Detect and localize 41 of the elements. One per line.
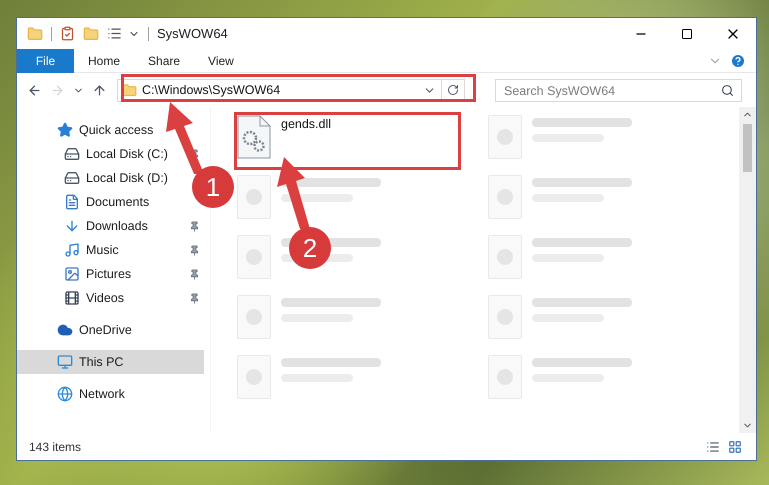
search-field[interactable]: Search SysWOW64 bbox=[495, 79, 742, 102]
maximize-icon[interactable] bbox=[681, 28, 693, 40]
sidebar-item[interactable]: Documents bbox=[64, 192, 150, 212]
globe-icon bbox=[57, 386, 73, 402]
film-icon bbox=[64, 290, 80, 306]
picture-icon bbox=[64, 266, 80, 282]
drive-icon bbox=[64, 170, 80, 186]
list-icon[interactable] bbox=[107, 26, 122, 41]
sidebar-item[interactable]: Quick access bbox=[57, 120, 154, 140]
sidebar-item[interactable]: Network bbox=[57, 384, 125, 404]
clipboard-check-icon[interactable] bbox=[60, 26, 75, 41]
sidebar-item[interactable]: Local Disk (C:) bbox=[64, 144, 168, 164]
ribbon-tab[interactable]: Home bbox=[74, 48, 134, 72]
dll-file-icon bbox=[237, 115, 271, 159]
scrollbar-thumb[interactable] bbox=[743, 124, 752, 172]
sidebar-item[interactable]: Pictures bbox=[64, 264, 132, 284]
help-icon[interactable] bbox=[730, 52, 746, 68]
sidebar-item[interactable]: Downloads bbox=[64, 216, 148, 236]
ribbon-tab[interactable]: View bbox=[194, 48, 248, 72]
sidebar-item[interactable]: Local Disk (D:) bbox=[64, 168, 168, 188]
folder-icon bbox=[122, 82, 137, 98]
item-count: 143 items bbox=[29, 438, 82, 456]
file-name[interactable]: gends.dll bbox=[281, 115, 332, 134]
refresh-icon[interactable] bbox=[447, 84, 459, 96]
cloud-icon bbox=[57, 322, 73, 338]
sidebar-item[interactable]: This PC bbox=[17, 350, 204, 374]
music-note-icon bbox=[64, 242, 80, 258]
sidebar-item[interactable]: Videos bbox=[64, 288, 124, 308]
ribbon-tab[interactable]: File bbox=[17, 48, 74, 72]
large-icons-view-icon[interactable] bbox=[728, 440, 742, 454]
monitor-icon bbox=[57, 354, 73, 370]
sidebar-item[interactable]: Music bbox=[64, 240, 119, 260]
search-icon bbox=[721, 84, 734, 96]
star-icon bbox=[57, 122, 73, 138]
sidebar-item[interactable]: OneDrive bbox=[57, 320, 132, 340]
vertical-scrollbar[interactable] bbox=[739, 107, 756, 433]
ribbon-tab[interactable]: Share bbox=[134, 48, 194, 72]
drive-icon bbox=[64, 146, 80, 162]
window-title: SysWOW64 bbox=[157, 24, 228, 43]
details-view-icon[interactable] bbox=[706, 440, 720, 454]
document-icon bbox=[64, 194, 80, 210]
